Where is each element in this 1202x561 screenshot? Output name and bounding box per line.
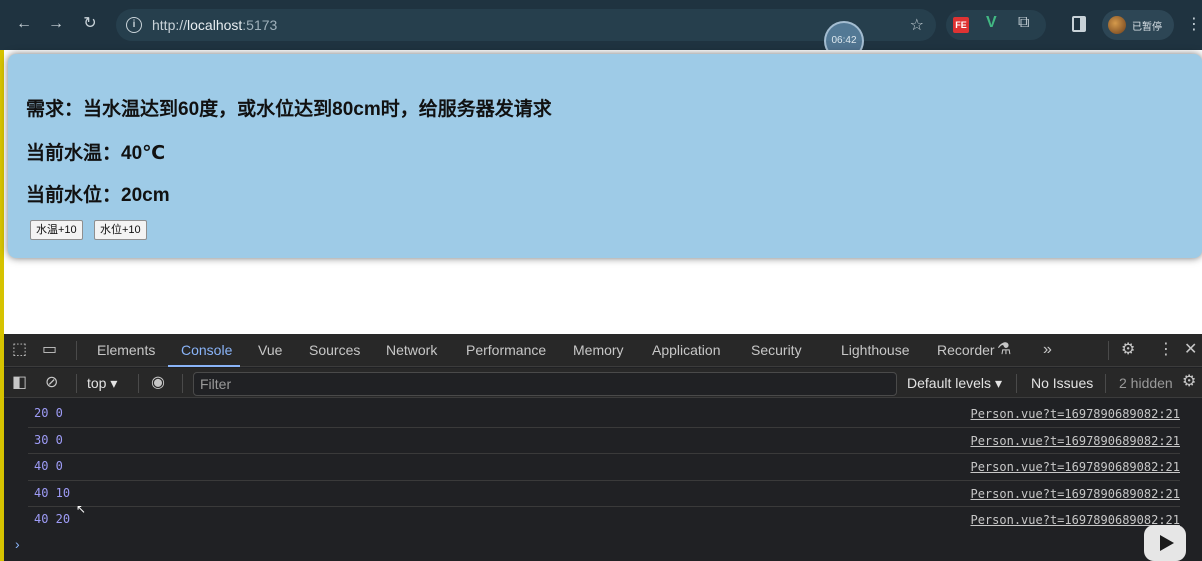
log-source-link[interactable]: Person.vue?t=1697890689082:21 (970, 460, 1180, 474)
devtools-panel: ⬚ ▭ Elements Console Vue Sources Network… (4, 334, 1202, 561)
water-level-heading: 当前水位：20cm (26, 185, 170, 206)
video-play-icon[interactable] (1144, 525, 1186, 561)
log-row: 40 20 Person.vue?t=1697890689082:21 (28, 507, 1180, 534)
log-row: 30 0 Person.vue?t=1697890689082:21 (28, 428, 1180, 454)
devtools-menu-icon[interactable]: ⋮ (1158, 341, 1174, 359)
console-settings-gear-icon[interactable]: ⚙ (1182, 373, 1196, 391)
context-label: top (87, 375, 107, 391)
more-tabs-icon[interactable]: » (1043, 341, 1052, 359)
tab-console[interactable]: Console (181, 342, 232, 358)
divider (1016, 374, 1017, 393)
bookmark-star-icon[interactable]: ☆ (910, 15, 924, 35)
devtools-tabbar: ⬚ ▭ Elements Console Vue Sources Network… (4, 334, 1202, 367)
requirement-heading: 需求：当水温达到60度，或水位达到80cm时，给服务器发请求 (26, 99, 552, 120)
url-host: localhost (187, 17, 243, 33)
level-plus-button[interactable]: 水位+10 (94, 220, 147, 240)
mouse-cursor-icon: ↖ (76, 502, 87, 516)
log-source-link[interactable]: Person.vue?t=1697890689082:21 (970, 487, 1180, 501)
tab-network[interactable]: Network (386, 342, 437, 358)
tab-elements[interactable]: Elements (97, 342, 155, 358)
side-panel-icon[interactable] (1072, 16, 1086, 32)
tab-recorder[interactable]: Recorder (937, 342, 995, 358)
console-toolbar: ◧ ⊘ top ▾ ◉ Default levels ▾ No Issues 2… (4, 368, 1202, 398)
url-port: :5173 (242, 17, 278, 33)
reload-icon[interactable]: ↻ (80, 14, 100, 34)
fe-extension-icon[interactable]: FE (953, 17, 969, 33)
tab-vue[interactable]: Vue (258, 342, 282, 358)
person-card: 需求：当水温达到60度，或水位达到80cm时，给服务器发请求 当前水温：40℃ … (8, 54, 1202, 258)
console-log-list: 20 0 Person.vue?t=1697890689082:21 30 0 … (4, 401, 1202, 534)
log-source-link[interactable]: Person.vue?t=1697890689082:21 (970, 513, 1180, 527)
extensions-puzzle-icon[interactable]: ⧉ (1018, 14, 1029, 32)
log-message[interactable]: 40 20 (34, 512, 70, 526)
divider (1105, 374, 1106, 393)
issues-button[interactable]: No Issues (1031, 375, 1093, 391)
divider (138, 374, 139, 393)
extensions-group: FE V ⧉ (946, 10, 1046, 40)
tab-sources[interactable]: Sources (309, 342, 360, 358)
log-message[interactable]: 20 0 (34, 406, 63, 420)
profile-button[interactable]: 已暂停 (1102, 10, 1174, 40)
log-source-link[interactable]: Person.vue?t=1697890689082:21 (970, 407, 1180, 421)
inspect-element-icon[interactable]: ⬚ (12, 341, 27, 359)
context-selector[interactable]: top ▾ (87, 375, 117, 392)
tab-security[interactable]: Security (751, 342, 802, 358)
chevron-down-icon: ▾ (994, 375, 1002, 391)
divider (1108, 341, 1109, 360)
address-bar[interactable]: i http://localhost:5173 ☆ (116, 9, 936, 41)
profile-status: 已暂停 (1132, 22, 1162, 33)
log-source-link[interactable]: Person.vue?t=1697890689082:21 (970, 434, 1180, 448)
log-levels-label: Default levels (907, 375, 992, 391)
active-tab-indicator (168, 365, 240, 367)
avatar (1108, 16, 1126, 34)
url-text[interactable]: http://localhost:5173 (152, 17, 277, 33)
temp-plus-button[interactable]: 水温+10 (30, 220, 83, 240)
flask-icon: ⚗ (997, 341, 1012, 358)
forward-icon[interactable]: → (46, 14, 66, 34)
hidden-count: 2 hidden (1119, 375, 1173, 391)
settings-gear-icon[interactable]: ⚙ (1121, 341, 1135, 359)
log-row: 20 0 Person.vue?t=1697890689082:21 (28, 401, 1180, 428)
page-viewport: 需求：当水温达到60度，或水位达到80cm时，给服务器发请求 当前水温：40℃ … (4, 50, 1202, 334)
log-row: 40 0 Person.vue?t=1697890689082:21 (28, 454, 1180, 481)
filter-input[interactable] (200, 376, 890, 392)
device-toolbar-icon[interactable]: ▭ (42, 341, 57, 359)
browser-toolbar: ← → ↻ i http://localhost:5173 ☆ FE V ⧉ 已… (0, 0, 1202, 50)
vue-devtools-extension-icon[interactable]: V (986, 14, 997, 32)
log-message[interactable]: 40 0 (34, 459, 63, 473)
divider (76, 341, 77, 360)
live-expression-eye-icon[interactable]: ◉ (151, 374, 165, 392)
console-prompt-chevron-icon[interactable]: › (15, 536, 20, 552)
sidebar-toggle-icon[interactable]: ◧ (12, 374, 27, 392)
log-message[interactable]: 40 10 (34, 486, 70, 500)
filter-input-box[interactable] (193, 372, 897, 396)
divider (76, 374, 77, 393)
log-message[interactable]: 30 0 (34, 433, 63, 447)
tab-memory[interactable]: Memory (573, 342, 624, 358)
divider (182, 374, 183, 393)
browser-menu-icon[interactable]: ⋮ (1186, 14, 1202, 34)
log-levels-dropdown[interactable]: Default levels ▾ (907, 375, 1002, 392)
chevron-down-icon: ▾ (110, 375, 118, 391)
close-icon[interactable]: ✕ (1184, 341, 1197, 359)
tab-lighthouse[interactable]: Lighthouse (841, 342, 910, 358)
tab-application[interactable]: Application (652, 342, 721, 358)
clear-console-icon[interactable]: ⊘ (45, 374, 58, 392)
site-info-icon[interactable]: i (126, 17, 142, 33)
url-scheme: http:// (152, 17, 188, 33)
temperature-heading: 当前水温：40℃ (26, 143, 166, 164)
back-icon[interactable]: ← (14, 14, 34, 34)
tab-performance[interactable]: Performance (466, 342, 546, 358)
log-row: 40 10 Person.vue?t=1697890689082:21 (28, 481, 1180, 507)
